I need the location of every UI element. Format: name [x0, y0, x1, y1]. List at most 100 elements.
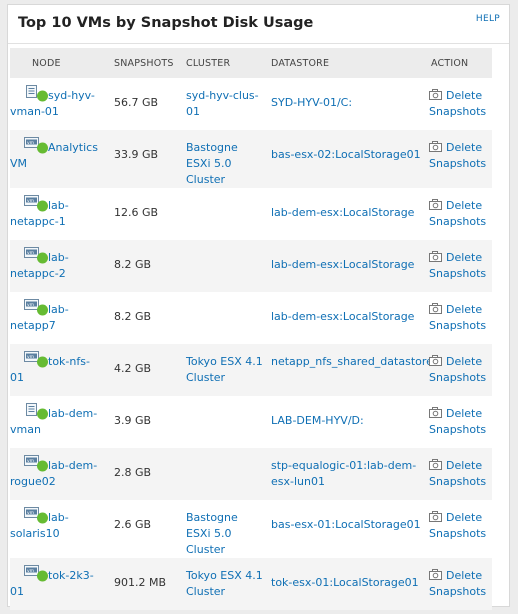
action-cell: Delete Snapshots — [425, 240, 492, 292]
cluster-cell — [180, 292, 265, 344]
cluster-link[interactable]: Bastogne ESXi 5.0 Cluster — [186, 141, 238, 186]
svg-text:vm: vm — [27, 459, 34, 464]
datastore-cell: bas-esx-02:LocalStorage01 — [265, 130, 425, 188]
cluster-link[interactable]: Tokyo ESX 4.1 Cluster — [186, 569, 263, 598]
column-header-node[interactable]: NODE — [10, 48, 108, 78]
datastore-link[interactable]: bas-esx-02:LocalStorage01 — [271, 148, 421, 161]
vmware-vm-icon: vm — [24, 195, 50, 213]
node-cell: vm lab-netappc-2 — [10, 240, 108, 292]
action-cell: Delete Snapshots — [425, 130, 492, 188]
table-row: lab-dem-vman 3.9 GB LAB-DEM-HYV/D: Delete S… — [10, 396, 492, 448]
datastore-link[interactable]: stp-equalogic-01:lab-dem-esx-lun01 — [271, 459, 416, 488]
vmware-vm-icon: vm — [24, 455, 50, 473]
table-row: vm lab-dem-rogue02 2.8 GB stp-equalogic-01:… — [10, 448, 492, 500]
camera-icon — [429, 355, 442, 366]
table-row: vm lab-netappc-2 8.2 GB lab-dem-esx:LocalSt… — [10, 240, 492, 292]
cluster-cell: syd-hyv-clus-01 — [180, 78, 265, 130]
column-header-snapshots[interactable]: SNAPSHOTS — [108, 48, 180, 78]
camera-icon — [429, 569, 442, 580]
action-cell: Delete Snapshots — [425, 188, 492, 240]
snapshot-size: 8.2 GB — [114, 310, 152, 323]
datastore-link[interactable]: lab-dem-esx:LocalStorage — [271, 310, 414, 323]
camera-icon — [429, 199, 442, 210]
datastore-cell: stp-equalogic-01:lab-dem-esx-lun01 — [265, 448, 425, 500]
datastore-link[interactable]: lab-dem-esx:LocalStorage — [271, 258, 414, 271]
datastore-link[interactable]: bas-esx-01:LocalStorage01 — [271, 518, 421, 531]
datastore-cell: lab-dem-esx:LocalStorage — [265, 240, 425, 292]
vmware-vm-icon: vm — [24, 247, 50, 265]
node-cell: vm tok-2k3-01 — [10, 558, 108, 610]
snapshot-size: 901.2 MB — [114, 576, 167, 589]
datastore-cell: bas-esx-01:LocalStorage01 — [265, 500, 425, 558]
vm-snapshot-table: NODE SNAPSHOTS CLUSTER DATASTORE ACTION … — [10, 48, 492, 610]
snapshot-size: 2.8 GB — [114, 466, 152, 479]
datastore-link[interactable]: tok-esx-01:LocalStorage01 — [271, 576, 419, 589]
cluster-cell: Tokyo ESX 4.1 Cluster — [180, 344, 265, 396]
snapshot-size: 56.7 GB — [114, 96, 159, 109]
node-cell: vm lab-netappc-1 — [10, 188, 108, 240]
datastore-cell: LAB-DEM-HYV/D: — [265, 396, 425, 448]
datastore-cell: SYD-HYV-01/C: — [265, 78, 425, 130]
svg-text:vm: vm — [27, 199, 34, 204]
snapshot-size: 8.2 GB — [114, 258, 152, 271]
cluster-cell: Bastogne ESXi 5.0 Cluster — [180, 130, 265, 188]
cluster-cell — [180, 448, 265, 500]
node-cell: vm lab-dem-rogue02 — [10, 448, 108, 500]
datastore-link[interactable]: lab-dem-esx:LocalStorage — [271, 206, 414, 219]
node-cell: vm lab-solaris10 — [10, 500, 108, 558]
vmware-vm-icon: vm — [24, 299, 50, 317]
cluster-link[interactable]: syd-hyv-clus-01 — [186, 89, 259, 118]
action-cell: Delete Snapshots — [425, 344, 492, 396]
action-cell: Delete Snapshots — [425, 500, 492, 558]
table-header-row: NODE SNAPSHOTS CLUSTER DATASTORE ACTION — [10, 48, 492, 78]
svg-text:vm: vm — [27, 303, 34, 308]
svg-text:vm: vm — [27, 141, 34, 146]
datastore-cell: lab-dem-esx:LocalStorage — [265, 292, 425, 344]
hyperv-vm-icon — [24, 85, 50, 103]
cluster-cell — [180, 396, 265, 448]
datastore-link[interactable]: SYD-HYV-01/C: — [271, 96, 352, 109]
action-cell: Delete Snapshots — [425, 292, 492, 344]
camera-icon — [429, 303, 442, 314]
panel-title: Top 10 VMs by Snapshot Disk Usage — [18, 15, 314, 31]
cluster-link[interactable]: Bastogne ESXi 5.0 Cluster — [186, 511, 238, 556]
camera-icon — [429, 251, 442, 262]
vmware-vm-icon: vm — [24, 351, 50, 369]
table-row: vm lab-solaris10 2.6 GB Bastogne ESXi 5.0 C… — [10, 500, 492, 558]
hyperv-vm-icon — [24, 403, 50, 421]
column-header-datastore[interactable]: DATASTORE — [265, 48, 425, 78]
table-row: vm lab-netapp7 8.2 GB lab-dem-esx:LocalStor… — [10, 292, 492, 344]
action-cell: Delete Snapshots — [425, 558, 492, 610]
table-row: vm tok-2k3-01 901.2 MB Tokyo ESX 4.1 Cluste… — [10, 558, 492, 610]
camera-icon — [429, 89, 442, 100]
camera-icon — [429, 407, 442, 418]
panel-header: Top 10 VMs by Snapshot Disk Usage HELP — [8, 5, 509, 44]
table-row: vm lab-netappc-1 12.6 GB lab-dem-esx:LocalS… — [10, 188, 492, 240]
datastore-link[interactable]: LAB-DEM-HYV/D: — [271, 414, 364, 427]
snapshot-size: 4.2 GB — [114, 362, 152, 375]
svg-text:vm: vm — [27, 355, 34, 360]
action-cell: Delete Snapshots — [425, 396, 492, 448]
action-cell: Delete Snapshots — [425, 448, 492, 500]
vmware-vm-icon: vm — [24, 565, 50, 583]
node-cell: vm lab-netapp7 — [10, 292, 108, 344]
camera-icon — [429, 141, 442, 152]
node-cell: lab-dem-vman — [10, 396, 108, 448]
node-cell: syd-hyv-vman-01 — [10, 78, 108, 130]
datastore-cell: lab-dem-esx:LocalStorage — [265, 188, 425, 240]
svg-text:vm: vm — [27, 511, 34, 516]
table-row: vm tok-nfs-01 4.2 GB Tokyo ESX 4.1 Cluster n… — [10, 344, 492, 396]
snapshot-size: 33.9 GB — [114, 148, 159, 161]
cluster-cell — [180, 188, 265, 240]
column-header-cluster[interactable]: CLUSTER — [180, 48, 265, 78]
node-cell: vm tok-nfs-01 — [10, 344, 108, 396]
datastore-cell: netapp_nfs_shared_datastore — [265, 344, 433, 396]
table-row: syd-hyv-vman-01 56.7 GB syd-hyv-clus-01 SYD… — [10, 78, 492, 130]
cluster-cell — [180, 240, 265, 292]
datastore-link[interactable]: netapp_nfs_shared_datastore — [271, 355, 433, 368]
column-header-action: ACTION — [431, 57, 469, 69]
snapshot-size: 2.6 GB — [114, 518, 152, 531]
action-cell: Delete Snapshots — [425, 78, 492, 130]
help-link[interactable]: HELP — [476, 14, 500, 24]
cluster-link[interactable]: Tokyo ESX 4.1 Cluster — [186, 355, 263, 384]
